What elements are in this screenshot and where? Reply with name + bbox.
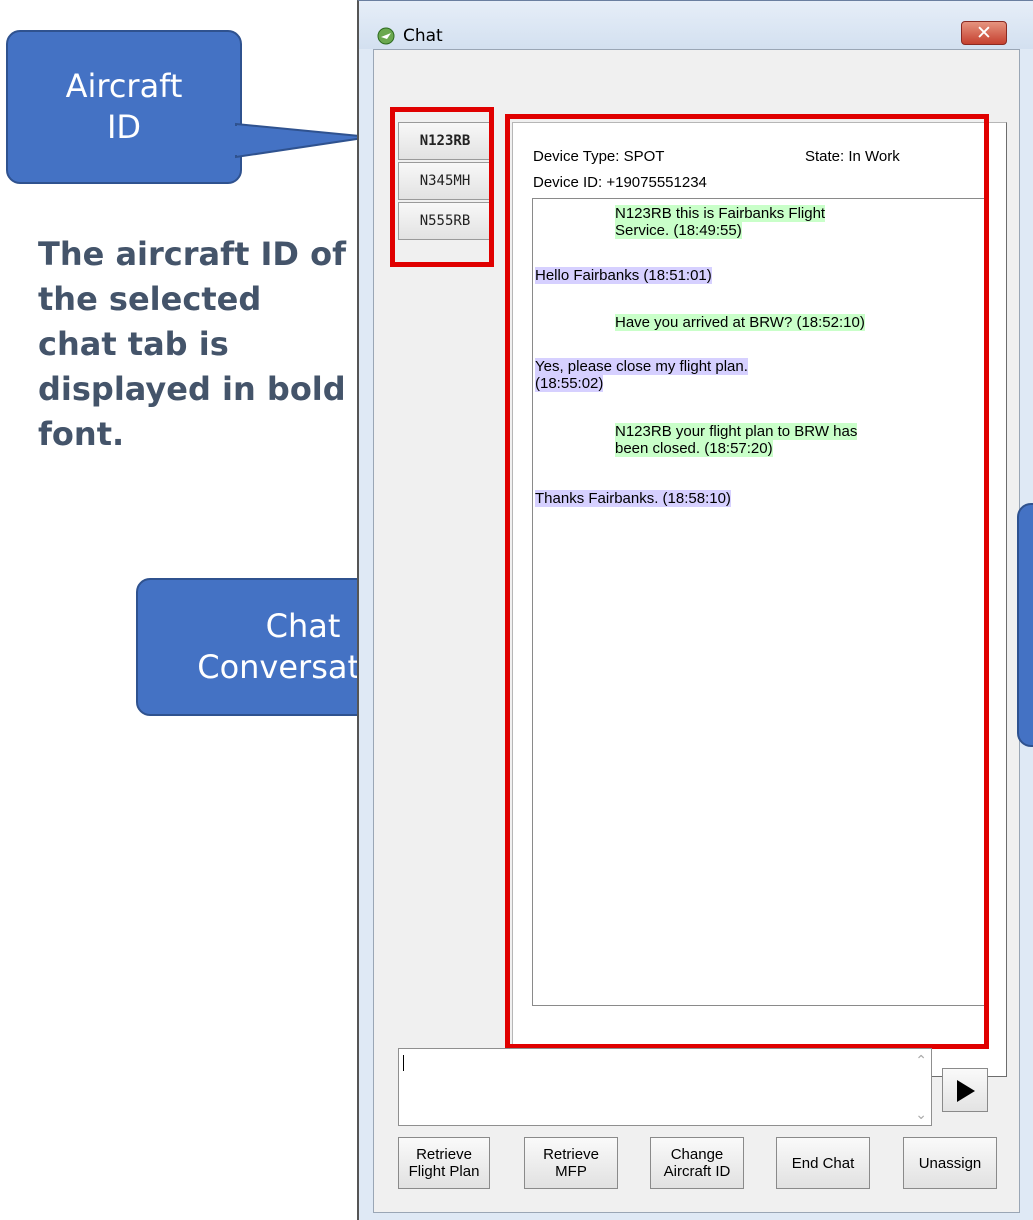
tab-n555rb[interactable]: N555RB bbox=[398, 202, 492, 240]
chat-window: Chat ✕ N123RB N345MH N555RB Device Type: S… bbox=[357, 0, 1033, 1220]
chat-message-line: Have you arrived at BRW? (18:52:10) bbox=[615, 314, 865, 331]
window-title: Chat bbox=[403, 26, 443, 46]
retrieve-flight-plan-button[interactable]: Retrieve Flight Plan bbox=[398, 1137, 490, 1189]
chat-message: Thanks Fairbanks. (18:58:10) bbox=[535, 490, 731, 507]
end-chat-button[interactable]: End Chat bbox=[776, 1137, 870, 1189]
device-id: Device ID: +19075551234 bbox=[533, 174, 707, 191]
chat-message-line: been closed. (18:57:20) bbox=[615, 440, 773, 457]
chat-message-line: N123RB your flight plan to BRW has bbox=[615, 423, 858, 440]
partial-callout bbox=[1017, 503, 1033, 747]
device-type: Device Type: SPOT bbox=[533, 148, 665, 165]
chat-message-line: Thanks Fairbanks. (18:58:10) bbox=[535, 490, 731, 507]
chat-message: Yes, please close my flight plan. (18:55:… bbox=[535, 358, 748, 392]
title-bar: Chat ✕ bbox=[359, 1, 1033, 49]
chat-message-line: N123RB this is Fairbanks Flight bbox=[615, 205, 826, 222]
send-arrow-icon bbox=[957, 1080, 975, 1102]
message-input[interactable]: ⌃ ⌄ bbox=[398, 1048, 932, 1126]
text-caret bbox=[403, 1055, 404, 1071]
chat-message-line: Hello Fairbanks (18:51:01) bbox=[535, 267, 712, 284]
change-aircraft-id-button[interactable]: Change Aircraft ID bbox=[650, 1137, 744, 1189]
send-button[interactable] bbox=[942, 1068, 988, 1112]
chat-message: Hello Fairbanks (18:51:01) bbox=[535, 267, 712, 284]
scroll-down-icon[interactable]: ⌄ bbox=[915, 1107, 927, 1123]
message-list[interactable]: N123RB this is Fairbanks Flight Service. … bbox=[532, 198, 987, 1006]
chat-app-icon bbox=[377, 27, 395, 45]
chat-message-line: Service. (18:49:55) bbox=[615, 222, 742, 239]
chat-message-line: (18:55:02) bbox=[535, 375, 604, 392]
scroll-up-icon[interactable]: ⌃ bbox=[915, 1053, 927, 1069]
tab-n123rb[interactable]: N123RB bbox=[398, 122, 492, 160]
chat-message: N123RB your flight plan to BRW has been c… bbox=[615, 423, 858, 457]
chat-message: Have you arrived at BRW? (18:52:10) bbox=[615, 314, 865, 331]
close-button[interactable]: ✕ bbox=[961, 21, 1007, 45]
aircraft-id-callout-tail bbox=[232, 122, 371, 159]
chat-client-area: N123RB N345MH N555RB Device Type: SPOT Sta… bbox=[373, 49, 1020, 1213]
bold-tab-note: The aircraft ID of the selected chat tab… bbox=[38, 235, 347, 453]
unassign-button[interactable]: Unassign bbox=[903, 1137, 997, 1189]
chat-message-line: Yes, please close my flight plan. bbox=[535, 358, 748, 375]
aircraft-id-callout: Aircraft ID bbox=[6, 30, 242, 184]
retrieve-mfp-button[interactable]: Retrieve MFP bbox=[524, 1137, 618, 1189]
chat-message: N123RB this is Fairbanks Flight Service. … bbox=[615, 205, 826, 239]
device-state: State: In Work bbox=[805, 148, 900, 165]
tab-n345mh[interactable]: N345MH bbox=[398, 162, 492, 200]
conversation-panel: Device Type: SPOT State: In Work Device … bbox=[512, 122, 1007, 1077]
